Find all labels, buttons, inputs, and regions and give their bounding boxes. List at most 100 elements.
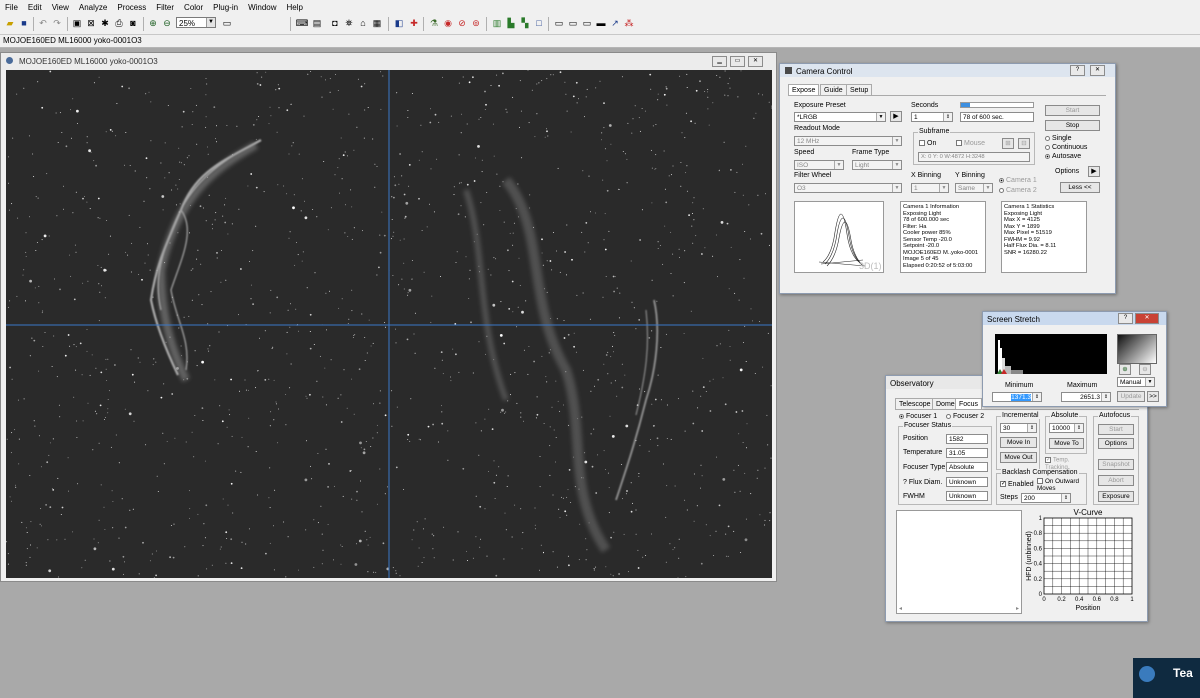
tab-expose[interactable]: Expose (788, 84, 820, 95)
histogram-icon[interactable]: ▥ (491, 17, 503, 29)
observatory-icon[interactable]: ⌂ (357, 17, 369, 29)
less-button[interactable]: Less << (1060, 182, 1100, 193)
guide-icon[interactable]: ▦ (371, 17, 383, 29)
move-out-button[interactable]: Move Out (1000, 452, 1037, 463)
x-binning-select[interactable]: 1 ▼ (911, 183, 949, 193)
single-radio[interactable]: Single (1045, 135, 1071, 142)
menu-filter[interactable]: Filter (151, 3, 179, 12)
tab-setup[interactable]: Setup (846, 84, 873, 95)
tab-telescope[interactable]: Telescope (895, 398, 935, 409)
image-window-titlebar[interactable]: MOJOE160ED ML16000 yoko-0001O3 ▁ ▭ ✕ (1, 53, 776, 70)
observatory-dialog[interactable]: Observatory Telescope Dome Focus Focuser… (885, 375, 1148, 622)
image-window-icon[interactable]: ▤ (311, 17, 323, 29)
flask-icon[interactable]: ⚗ (428, 17, 440, 29)
close-icon[interactable]: ✕ (1090, 65, 1105, 76)
exposure-button[interactable]: Exposure (1098, 491, 1134, 502)
steps-input[interactable]: 200 ⇕ (1021, 493, 1071, 503)
incremental-input[interactable]: 30 ⇕ (1000, 423, 1037, 433)
move-in-button[interactable]: Move In (1000, 437, 1037, 448)
camera-control-titlebar[interactable]: Camera Control ? ✕ (780, 64, 1115, 77)
document-tab[interactable]: MOJOE160ED ML16000 yoko-0001O3 (3, 36, 142, 45)
line-icon[interactable]: ▬ (595, 17, 607, 29)
menu-help[interactable]: Help (282, 3, 308, 12)
speed-select[interactable]: ISO ▼ (794, 160, 844, 170)
spinner-icon[interactable]: ⇕ (1027, 424, 1036, 432)
panel2-icon[interactable]: ▭ (567, 17, 579, 29)
stats-icon[interactable]: ▚ (519, 17, 531, 29)
telescope-icon[interactable]: ⛯ (343, 17, 355, 29)
tab-focus[interactable]: Focus (955, 398, 983, 409)
stop-icon[interactable]: ⊘ (456, 17, 468, 29)
camera-control-icon[interactable]: ◘ (329, 17, 341, 29)
abort-button[interactable]: Abort (1098, 475, 1134, 486)
graph-icon[interactable]: ▙ (505, 17, 517, 29)
camera1-radio[interactable]: Camera 1 (999, 177, 1037, 184)
astro-image-canvas[interactable] (6, 70, 772, 578)
screen-stretch-titlebar[interactable]: Screen Stretch ? ✕ (983, 312, 1166, 325)
star-profile-3d[interactable]: 3D(1) (794, 201, 884, 273)
zoom-select[interactable]: 25% ▼ (176, 17, 216, 28)
menu-view[interactable]: View (47, 3, 74, 12)
focus-log-box[interactable]: ◂ ▸ (896, 510, 1022, 614)
camera-icon[interactable]: ◙ (127, 17, 139, 29)
subframe-expand-icon[interactable]: ⊞ (1002, 138, 1014, 149)
undo-icon[interactable]: ↶ (37, 17, 49, 29)
autosave-radio[interactable]: Autosave (1045, 153, 1081, 160)
frame-type-select[interactable]: Light ▼ (852, 160, 902, 170)
minimum-input[interactable]: 1371.3 ⇕ (992, 392, 1042, 402)
menu-file[interactable]: File (0, 3, 23, 12)
filter-wheel-select[interactable]: O3 ▼ (794, 183, 902, 193)
zoom-in-icon[interactable]: ⊕ (1119, 364, 1131, 375)
menu-analyze[interactable]: Analyze (74, 3, 112, 12)
on-outward-checkbox[interactable]: On Outward Moves (1037, 478, 1087, 492)
autofocus-options-button[interactable]: Options (1098, 438, 1134, 449)
print-icon[interactable]: ⎙ (113, 17, 125, 29)
options-button[interactable]: ▶ (1088, 166, 1100, 177)
spinner-icon[interactable]: ⇕ (1061, 494, 1070, 502)
snapshot-button[interactable]: Snapshot (1098, 459, 1134, 470)
help-icon[interactable]: ? (1118, 313, 1133, 324)
panel3-icon[interactable]: ▭ (581, 17, 593, 29)
keyboard-icon[interactable]: ⌨ (296, 17, 309, 29)
enabled-checkbox[interactable]: ✓ Enabled (1000, 481, 1034, 488)
readout-mode-select[interactable]: 12 MHz ▼ (794, 136, 902, 146)
stop-button[interactable]: Stop (1045, 120, 1100, 131)
zoom-out-icon[interactable]: ⊖ (1139, 364, 1151, 375)
redo-icon[interactable]: ↷ (51, 17, 63, 29)
target-icon[interactable]: ⊚ (470, 17, 482, 29)
menu-process[interactable]: Process (112, 3, 151, 12)
subframe-on-checkbox[interactable]: On (919, 140, 936, 147)
more-button[interactable]: >> (1147, 391, 1159, 402)
histogram-display[interactable] (995, 334, 1107, 374)
exposure-preset-select[interactable]: *LRGB ▼ (794, 112, 886, 122)
continuous-radio[interactable]: Continuous (1045, 144, 1087, 151)
stretch-mode-select[interactable]: Manual ▼ (1117, 377, 1155, 387)
spinner-icon[interactable]: ⇕ (1101, 393, 1110, 401)
spinner-icon[interactable]: ⇕ (1032, 393, 1041, 401)
crop-icon[interactable]: ⊠ (85, 17, 97, 29)
preset-run-button[interactable]: ▶ (890, 111, 902, 122)
y-binning-select[interactable]: Same ▼ (955, 183, 993, 193)
scroll-left-icon[interactable]: ◂ (899, 605, 902, 612)
focuser1-radio[interactable]: Focuser 1 (899, 413, 937, 420)
seconds-input[interactable]: 1 ⇕ (911, 112, 953, 122)
start-button[interactable]: Start (1045, 105, 1100, 116)
catalog-icon[interactable]: ◧ (393, 17, 405, 29)
spinner-icon[interactable]: ⇕ (943, 113, 952, 121)
window-icon[interactable]: ▭ (221, 17, 233, 29)
mouse-checkbox[interactable]: Mouse (956, 140, 985, 147)
open-icon[interactable]: ▰ (4, 17, 16, 29)
square-icon[interactable]: □ (533, 17, 545, 29)
minimize-icon[interactable]: ▁ (712, 56, 727, 67)
zoom-out-icon[interactable]: ⊖ (161, 17, 173, 29)
update-button[interactable]: Update (1117, 391, 1145, 402)
crosshair-icon[interactable]: ✚ (408, 17, 420, 29)
menu-window[interactable]: Window (243, 3, 281, 12)
menu-color[interactable]: Color (179, 3, 208, 12)
spinner-icon[interactable]: ⇕ (1074, 424, 1083, 432)
menu-plugin[interactable]: Plug-in (208, 3, 243, 12)
stars-icon[interactable]: ⁂ (623, 17, 635, 29)
maximize-icon[interactable]: ▭ (730, 56, 745, 67)
autofocus-start-button[interactable]: Start (1098, 424, 1134, 435)
save-icon[interactable]: ■ (18, 17, 30, 29)
